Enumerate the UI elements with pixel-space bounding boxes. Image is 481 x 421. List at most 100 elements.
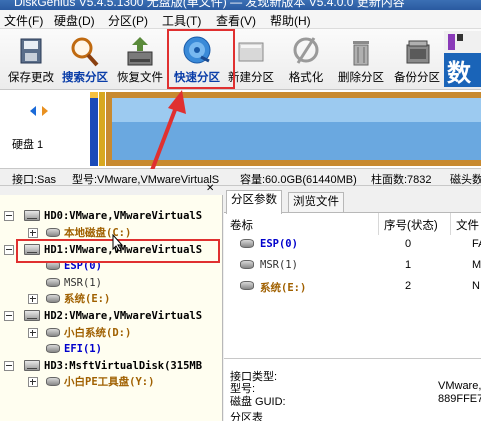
partition-seq: 0 [405,238,412,250]
tree-label: EFI(1) [64,343,102,355]
tree-label: MSR(1) [64,277,102,289]
expand-icon[interactable] [28,294,38,304]
expand-icon[interactable] [28,377,38,387]
format-icon [293,37,319,64]
window-title: DiskGenius V5.4.5.1300 无盘版(单文件) — 发现新版本 … [14,0,405,9]
disk-map: 硬盘 1 [0,90,481,169]
backup-partition-icon [406,40,430,64]
partition-esp[interactable] [90,92,98,166]
mouse-cursor-icon [112,234,124,252]
disk-label: 硬盘 1 [12,139,44,151]
next-disk-icon[interactable] [42,106,48,116]
menu-view[interactable]: 查看(V) [216,12,256,29]
disk-info-bar: 接口:Sas 型号:VMware,VMwareVirtualS 容量:60.0G… [0,169,481,186]
search-partition-icon [71,37,99,67]
guid-label: 磁盘 GUID: [230,396,286,408]
cylinders-info: 柱面数:7832 [371,174,432,186]
new-partition-icon [238,42,264,62]
menu-help[interactable]: 帮助(H) [270,12,311,29]
delete-partition-button[interactable]: 删除分区 [334,29,388,89]
toolbar-label: 恢复文件 [117,72,163,84]
menu-file[interactable]: 文件(F) [4,12,43,29]
close-icon[interactable]: ✕ [206,183,214,194]
collapse-icon[interactable] [4,311,14,321]
highlight-box [167,29,235,89]
volume-icon [46,377,60,386]
toolbar-label: 保存更改 [8,72,54,84]
guid-value: 889FFE7 [438,393,481,405]
tree-label: 系统(E:) [64,293,111,305]
table-row[interactable]: MSR(1) 1 M [224,256,481,274]
menu-bar: 文件(F) 硬盘(D) 分区(P) 工具(T) 查看(V) 帮助(H) [0,10,481,29]
partition-seq: 2 [405,280,412,292]
column-header-label[interactable]: 卷标 [230,217,253,233]
toolbar-label: 搜索分区 [62,72,108,84]
delete-partition-icon [353,41,369,66]
ad-logo-icon [448,34,463,50]
partition-name: 系统(E:) [260,282,307,294]
volume-icon [240,260,254,269]
model-info: 型号:VMware,VMwareVirtualS [72,174,220,186]
volume-icon [240,281,254,290]
toolbar-label: 格式化 [288,72,324,84]
volume-icon [46,344,60,353]
collapse-icon[interactable] [4,245,14,255]
partition-fs: FA [472,238,481,250]
volume-icon [46,228,60,237]
toolbar-label: 删除分区 [338,72,384,84]
hard-disk-icon [24,360,40,371]
save-changes-button[interactable]: 保存更改 [4,29,58,89]
collapse-icon[interactable] [4,361,14,371]
interface-info: 接口:Sas [12,174,57,186]
partition-name: MSR(1) [260,259,298,271]
search-partition-button[interactable]: 搜索分区 [58,29,112,89]
partition-seq: 1 [405,259,412,271]
ad-banner[interactable]: 数 [444,31,481,87]
tree-header: ✕ [0,183,222,194]
column-header-fs[interactable]: 文件 [456,217,479,233]
partition-msr[interactable] [99,92,105,166]
table-row[interactable]: 系统(E:) 2 N [224,277,481,295]
ad-text: 数 [447,60,471,87]
table-row[interactable]: ESP(0) 0 FA [224,235,481,253]
toolbar: 保存更改 搜索分区 恢复文件 快速分区 新建分区 格式化 删除分区 备份分区 数 [0,29,481,90]
partition-name: ESP(0) [260,238,298,250]
recover-file-button[interactable]: 恢复文件 [113,29,167,89]
tab-browse-files[interactable]: 浏览文件 [288,192,344,212]
hard-disk-icon [24,310,40,321]
disk-tree: HD0:VMware,VMwareVirtualS 本地磁盘(C:) HD1:V… [0,195,223,421]
title-bar: DiskGenius V5.4.5.1300 无盘版(单文件) — 发现新版本 … [0,0,481,10]
volume-icon [240,239,254,248]
toolbar-label: 备份分区 [394,72,440,84]
menu-tools[interactable]: 工具(T) [162,12,201,29]
model-value: VMware, [438,380,481,392]
volume-icon [46,328,60,337]
volume-icon [46,294,60,303]
disk-nav-arrows[interactable] [28,104,50,118]
tree-label: HD0:VMware,VMwareVirtualS [44,210,203,222]
partition-fs: N [472,280,480,292]
tab-strip: 分区参数 浏览文件 [224,186,481,214]
partition-fs: M [472,259,481,271]
expand-icon[interactable] [28,328,38,338]
tree-label: HD3:MsftVirtualDisk(315MB [44,360,203,372]
capacity-info: 容量:60.0GB(61440MB) [240,174,357,186]
hard-disk-icon [24,210,40,221]
menu-disk[interactable]: 硬盘(D) [54,12,95,29]
save-icon [20,38,42,64]
volume-icon [46,278,60,287]
prev-disk-icon[interactable] [30,106,36,116]
recover-file-icon [127,37,153,66]
expand-icon[interactable] [28,228,38,238]
heads-info: 磁头数 [450,174,481,186]
partition-table-label: 分区表 [230,412,263,421]
backup-partition-button[interactable]: 备份分区 [390,29,444,89]
menu-partition[interactable]: 分区(P) [108,12,148,29]
tree-label: HD2:VMware,VMwareVirtualS [44,310,203,322]
column-header-seq[interactable]: 序号(状态) [384,217,438,233]
collapse-icon[interactable] [4,211,14,221]
tab-partition-params[interactable]: 分区参数 [226,190,282,214]
format-button[interactable]: 格式化 [279,29,333,89]
partition-panel: 分区参数 浏览文件 卷标 序号(状态) 文件 ESP(0) 0 FA MSR(1… [224,186,481,421]
tree-label: 小白PE工具盘(Y:) [64,376,155,388]
